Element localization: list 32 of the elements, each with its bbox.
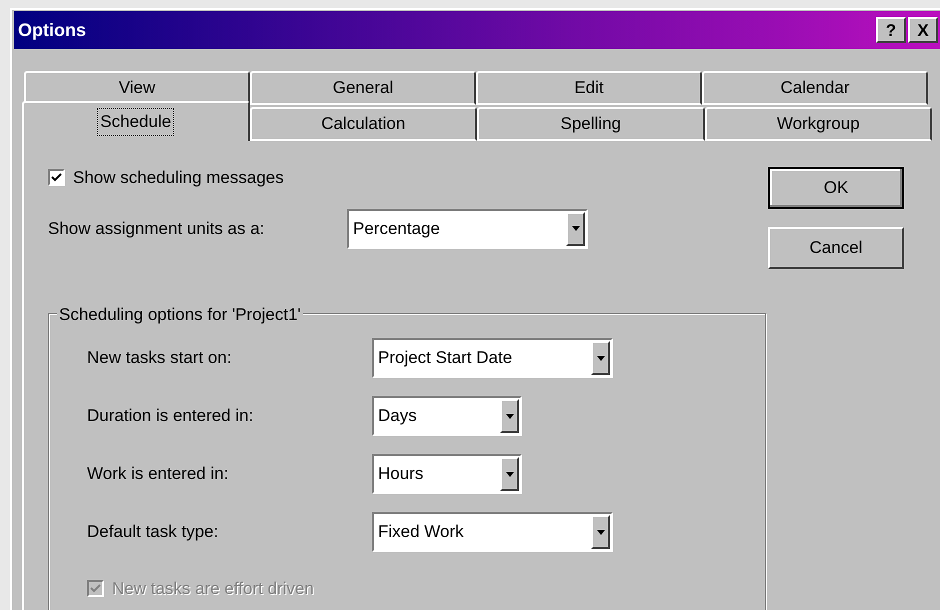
caret-icon [596, 530, 604, 534]
caret-icon [506, 472, 514, 476]
checkmark-icon [51, 172, 62, 184]
caret-icon [572, 226, 580, 231]
field-label: Default task type: [87, 521, 220, 544]
dropdown[interactable]: Project Start Date [372, 338, 613, 378]
dialog-button[interactable]: OK [768, 167, 904, 209]
caret-icon [596, 356, 604, 360]
dropdown[interactable]: Hours [372, 454, 522, 494]
checkmark-icon [90, 583, 101, 594]
dialog-button[interactable]: Cancel [768, 227, 904, 269]
title-bar-button[interactable]: ? [876, 17, 906, 43]
checkbox[interactable] [48, 169, 65, 186]
checkbox-label: Show scheduling messages [73, 167, 284, 189]
dropdown[interactable]: Days [372, 396, 522, 436]
window-title: Options [18, 18, 87, 42]
tab[interactable]: Schedule [22, 101, 250, 141]
tab[interactable]: Calculation [250, 107, 477, 141]
tab[interactable]: Edit [476, 71, 702, 105]
title-bar-button[interactable]: X [908, 17, 938, 43]
field-label: Duration is entered in: [87, 405, 254, 428]
field-label: Work is entered in: [87, 463, 230, 486]
tab[interactable]: Workgroup [704, 107, 932, 141]
field-label: New tasks start on: [87, 347, 233, 370]
field-label: Show assignment units as a: [48, 218, 266, 240]
caret-icon [506, 414, 514, 418]
checkbox-label: New tasks are effort driven [112, 578, 314, 600]
tab[interactable]: Calendar [702, 71, 928, 105]
dropdown[interactable]: Fixed Work [372, 512, 613, 552]
tab[interactable]: Spelling [477, 107, 704, 141]
dropdown[interactable]: Percentage [347, 208, 588, 248]
tab[interactable]: General [250, 71, 476, 105]
